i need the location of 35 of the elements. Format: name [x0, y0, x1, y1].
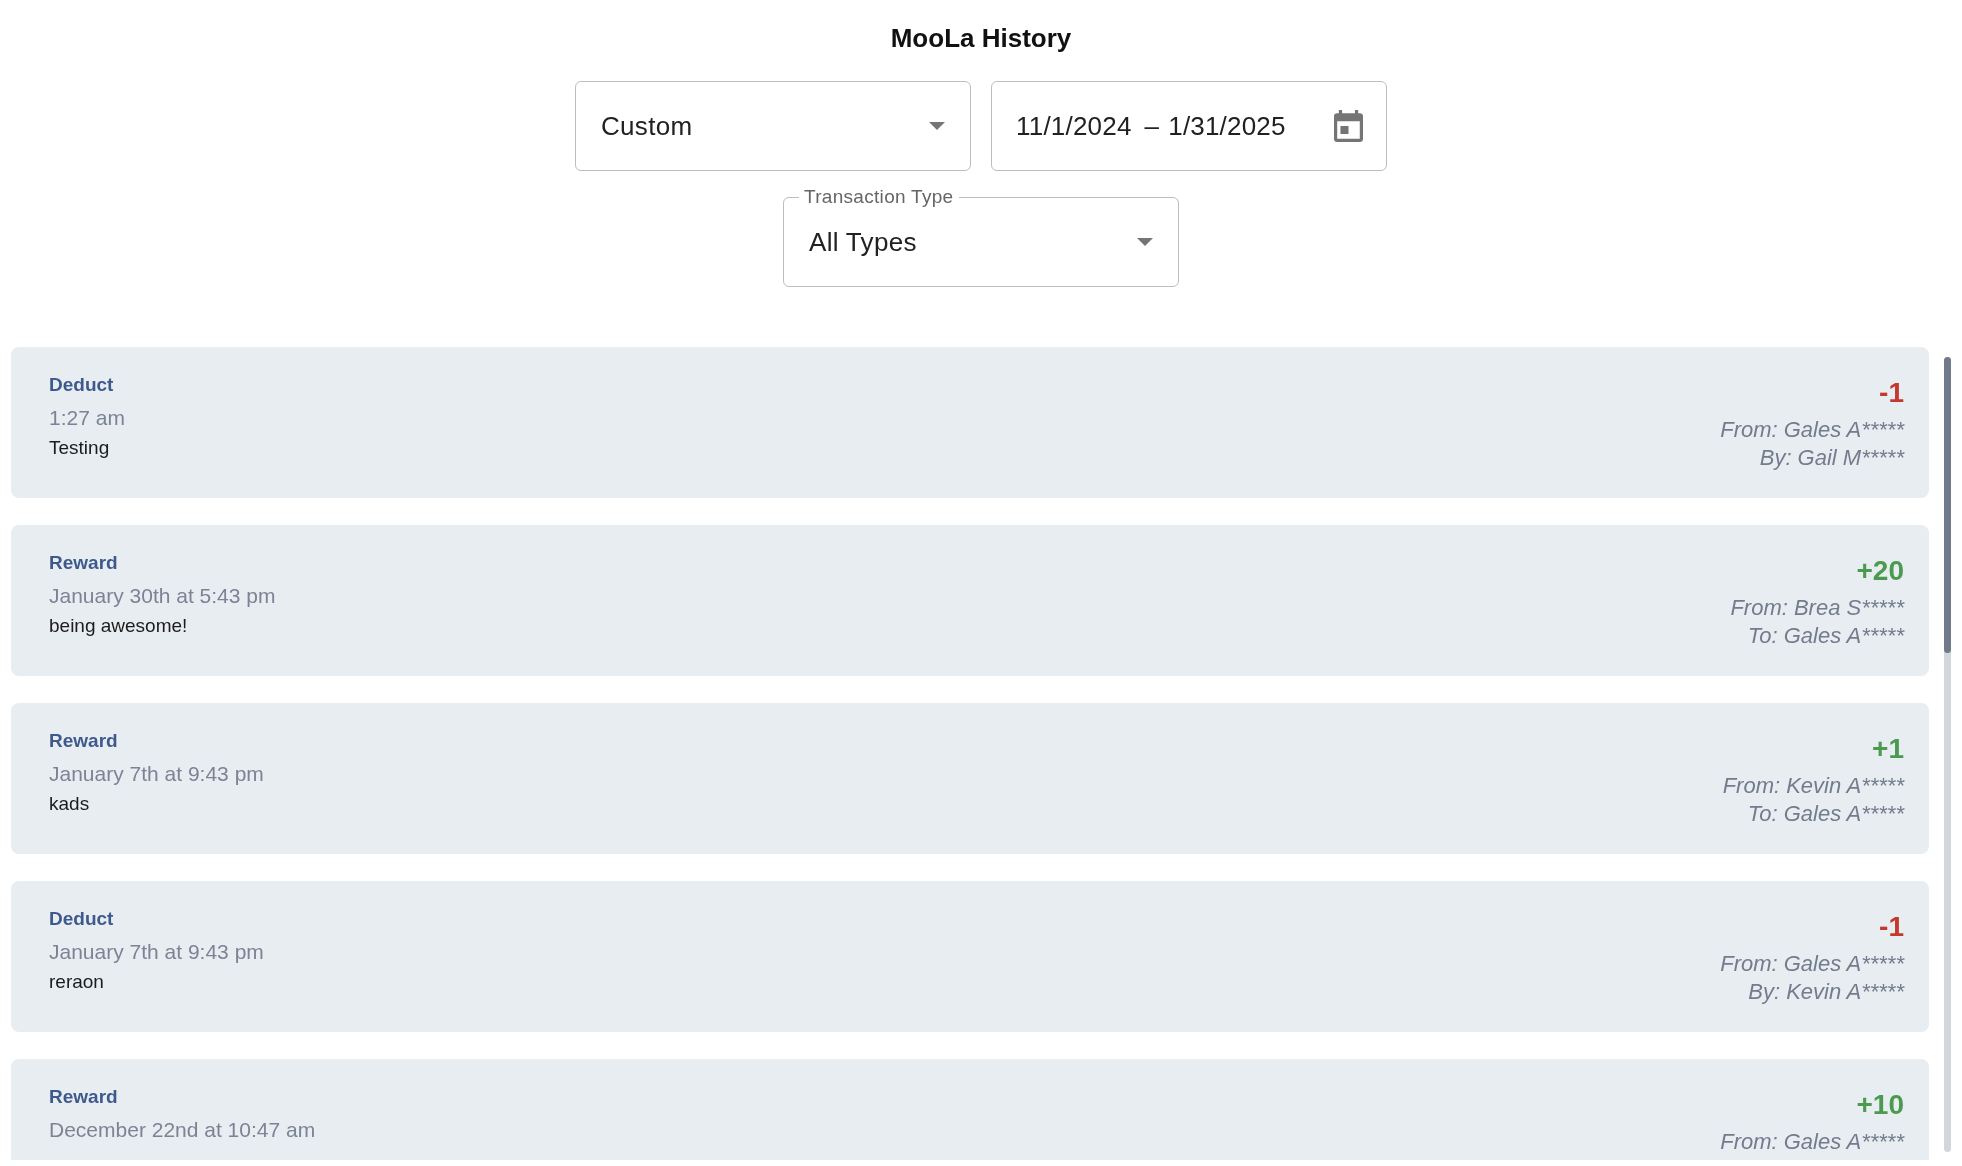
caret-icon — [1137, 238, 1153, 246]
transaction-amount: +20 — [1856, 554, 1904, 588]
transaction-note: kads — [49, 792, 90, 816]
transaction-party: From: Brea S***** — [1730, 594, 1904, 622]
transaction-time: January 30th at 5:43 pm — [49, 583, 276, 609]
transaction-time: 1:27 am — [49, 405, 125, 431]
transaction-type: Reward — [49, 551, 118, 575]
transaction-amount: +10 — [1856, 1088, 1904, 1122]
transaction-amount: -1 — [1879, 376, 1904, 410]
transaction-time: December 22nd at 10:47 am — [49, 1117, 316, 1143]
transaction-party: From: Kevin A***** — [1722, 772, 1904, 800]
calendar-icon[interactable] — [1334, 110, 1363, 142]
transaction-amount: -1 — [1879, 910, 1904, 944]
transaction-party: From: Gales A***** — [1720, 416, 1904, 444]
transaction-type: Deduct — [49, 907, 114, 931]
page-title: MooLa History — [890, 22, 1072, 54]
transaction-note: being awesome! — [49, 614, 188, 638]
transaction-party: From: Gales A***** — [1720, 950, 1904, 978]
transaction-type: Reward — [49, 1085, 118, 1109]
transaction-note: reraon — [49, 970, 104, 994]
transaction-party: By: Kevin A***** — [1748, 978, 1904, 1006]
transaction-type: Reward — [49, 729, 118, 753]
transaction-party: To: Gales A***** — [1747, 622, 1904, 650]
scrollbar[interactable] — [1944, 357, 1951, 1152]
transaction-amount: +1 — [1872, 732, 1904, 766]
transaction-time: January 7th at 9:43 pm — [49, 939, 264, 965]
period-select[interactable]: Custom — [575, 81, 971, 171]
transaction-type: Deduct — [49, 373, 114, 397]
transaction-party: To: Gales A***** — [1747, 800, 1904, 828]
transaction-time: January 7th at 9:43 pm — [49, 761, 264, 787]
transaction-party: From: Gales A***** — [1720, 1128, 1904, 1156]
transaction-note: Testing — [49, 436, 110, 460]
date-range-field[interactable]: 11/1/2024 – 1/31/2025 — [991, 81, 1387, 171]
transaction-party: By: Gail M***** — [1759, 444, 1904, 472]
caret-icon — [929, 122, 945, 130]
